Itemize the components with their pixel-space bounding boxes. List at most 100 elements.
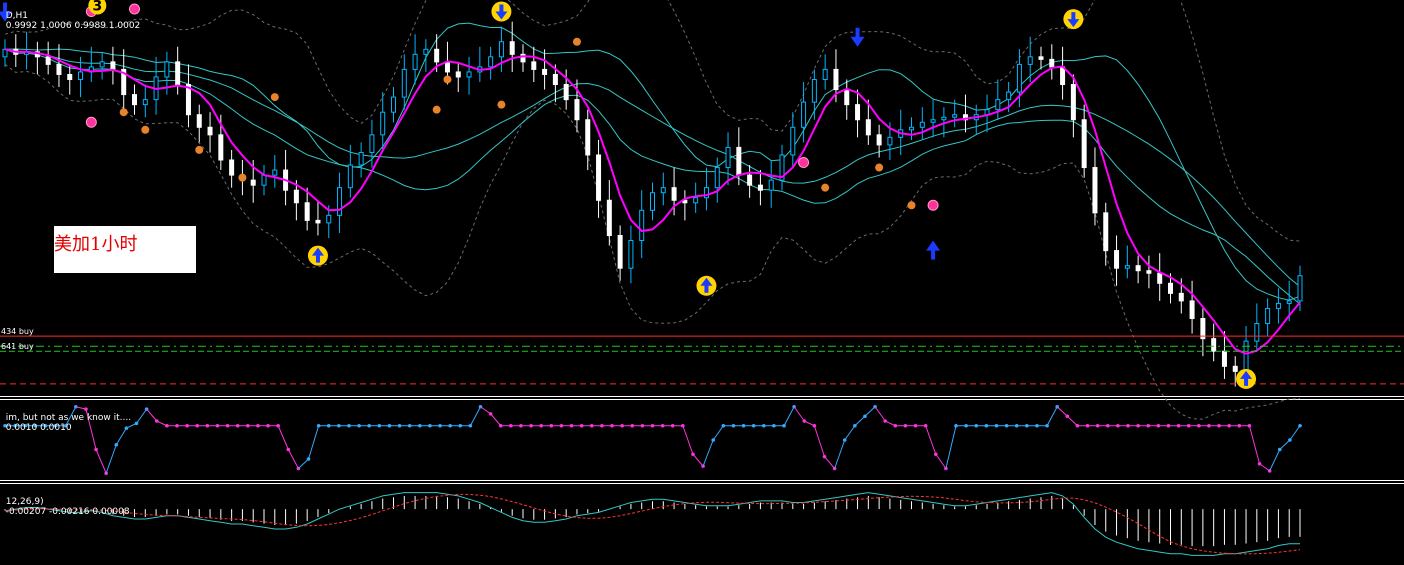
candle-body (876, 134, 882, 146)
candle-body (1243, 340, 1249, 372)
orange-marker-icon (443, 75, 452, 84)
trading-chart[interactable]: 3 (0, 0, 1404, 565)
candle-body (801, 101, 807, 128)
candle-body (1254, 323, 1260, 342)
candle-body (412, 53, 418, 70)
candle-body (952, 114, 958, 118)
candle-body (304, 202, 310, 221)
orange-marker-icon (497, 100, 506, 109)
candle-body (509, 41, 515, 55)
candle-body (326, 214, 332, 224)
candle-body (1135, 265, 1141, 272)
symbol-label: D,H1 (5, 11, 29, 21)
candle-body (132, 94, 137, 106)
candle-body (542, 68, 548, 75)
candle-body (757, 184, 763, 191)
candle-body (639, 209, 645, 242)
oscillator-name: im, but not as we know it.... (5, 413, 132, 423)
candle-body (919, 121, 925, 128)
level-label: 641 buy (1, 342, 34, 351)
candle-body (444, 61, 450, 73)
candle-body (1178, 292, 1184, 302)
ohlc-readout: 0.9992 1.0006 0.9989 1.0002 (5, 21, 141, 31)
orange-marker-icon (821, 183, 830, 192)
candle-body (552, 73, 558, 86)
candle-body (585, 119, 591, 156)
candle-body (423, 48, 429, 55)
candle-body (617, 234, 623, 269)
candle-body (747, 174, 753, 186)
candle-body (1114, 250, 1120, 269)
candle-body (995, 99, 1001, 111)
candle-body (822, 68, 828, 80)
candle-body (207, 126, 213, 136)
candle-body (261, 174, 267, 186)
candle-body (498, 41, 504, 58)
candle-body (455, 71, 461, 78)
candle-body (1286, 300, 1292, 304)
candle-body (164, 61, 170, 78)
candle-body (844, 89, 850, 106)
candle-body (1070, 84, 1076, 121)
candle-body (531, 61, 537, 70)
candle-body (1103, 212, 1109, 252)
candle-body (218, 134, 224, 161)
candle-body (909, 126, 914, 131)
candle-body (650, 192, 655, 211)
candle-body (671, 187, 677, 201)
candle-body (768, 179, 774, 191)
level-label: 434 buy (1, 327, 34, 336)
candle-body (563, 84, 569, 101)
candle-body (833, 68, 839, 91)
candle-body (1124, 265, 1130, 269)
annotation-box: 美加1小时 (54, 226, 196, 273)
annotation-text: 美加1小时 (54, 234, 138, 255)
candle-body (250, 179, 256, 186)
candle-body (596, 154, 602, 201)
candle-body (391, 96, 396, 113)
candle-body (1189, 300, 1195, 320)
orange-marker-icon (195, 145, 204, 154)
candle-body (1006, 91, 1012, 101)
candle-body (941, 116, 947, 121)
candle-body (466, 71, 472, 78)
candle-body (337, 187, 343, 216)
candle-body (1297, 275, 1303, 302)
candle-body (315, 219, 321, 224)
orange-marker-icon (875, 163, 884, 172)
candle-body (401, 68, 407, 98)
pink-marker-icon (927, 199, 939, 211)
candle-body (930, 119, 936, 123)
candle-body (790, 126, 796, 156)
orange-marker-icon (141, 125, 150, 134)
candle-body (1092, 167, 1098, 214)
candle-body (1016, 63, 1022, 93)
candle-body (1275, 302, 1281, 309)
candle-body (488, 56, 494, 68)
candle-body (887, 136, 893, 146)
orange-marker-icon (119, 108, 128, 117)
candle-body (45, 56, 51, 65)
candle-body (1168, 282, 1173, 294)
candle-body (293, 189, 299, 204)
oscillator-values: 0.0010 0.0010 (5, 423, 72, 433)
candle-body (1146, 270, 1152, 274)
orange-marker-icon (907, 201, 916, 210)
pink-marker-icon (85, 116, 97, 128)
candle-body (1027, 56, 1033, 65)
candle-body (1265, 307, 1271, 325)
candle-body (78, 71, 84, 80)
candle-body (369, 134, 375, 153)
candle-body (1081, 119, 1087, 169)
candle-body (56, 63, 62, 75)
candle-body (855, 104, 861, 121)
candle-body (660, 187, 666, 194)
orange-marker-icon (270, 93, 279, 102)
chart-header: D,H1 0.9992 1.0006 0.9989 1.0002 (0, 1, 141, 31)
candle-body (1232, 365, 1238, 372)
orange-marker-icon (572, 37, 581, 46)
candle-body (229, 159, 235, 176)
candle-body (272, 169, 278, 176)
candle-body (99, 61, 105, 68)
candle-body (1211, 338, 1217, 352)
